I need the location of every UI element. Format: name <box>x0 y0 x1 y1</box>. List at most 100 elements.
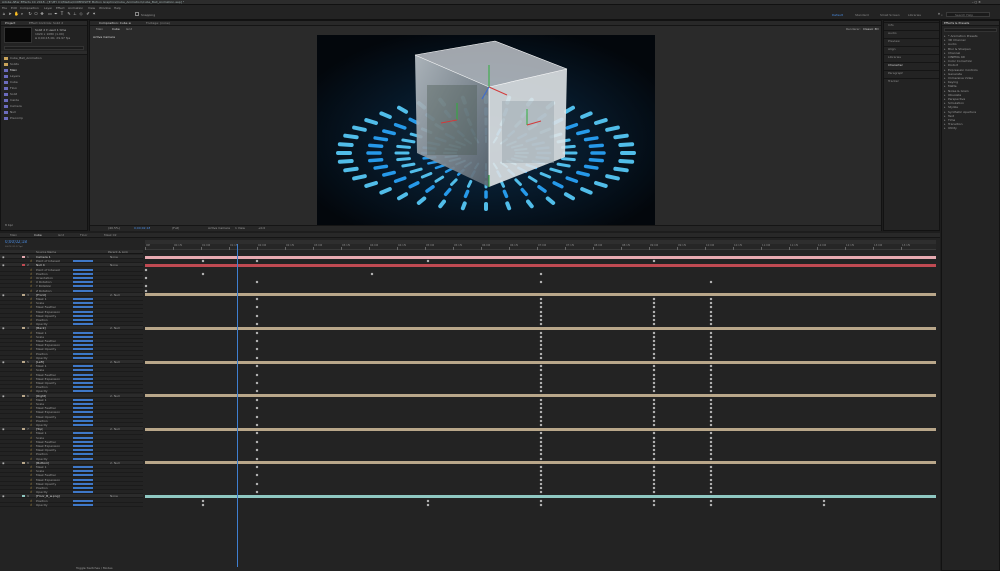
layer-label-color[interactable] <box>22 361 25 363</box>
rotate-tool-icon[interactable]: ↻ <box>28 12 32 16</box>
keyframe[interactable] <box>255 347 259 351</box>
keyframe[interactable] <box>652 381 656 385</box>
keyframe[interactable] <box>652 486 656 490</box>
keyframe[interactable] <box>709 310 713 314</box>
comp-current-time[interactable]: 0;00;02;18 <box>134 226 150 230</box>
keyframe[interactable] <box>709 305 713 309</box>
keyframe[interactable] <box>539 473 543 477</box>
property-value[interactable] <box>73 377 93 380</box>
property-value[interactable] <box>73 260 93 263</box>
camera-tool-icon[interactable]: ⎔ <box>34 12 38 16</box>
keyframe[interactable] <box>709 415 713 419</box>
property-value[interactable] <box>73 277 93 279</box>
keyframe[interactable] <box>201 259 205 263</box>
project-search-input[interactable] <box>4 46 84 50</box>
keyframe[interactable] <box>652 448 656 452</box>
keyframe[interactable] <box>255 314 259 318</box>
layer-label-color[interactable] <box>22 256 25 258</box>
property-value[interactable] <box>73 310 93 313</box>
keyframe[interactable] <box>539 280 543 284</box>
keyframe[interactable] <box>709 347 713 351</box>
zoom-tool-icon[interactable]: ⌕ <box>20 12 24 16</box>
property-value[interactable] <box>73 407 93 410</box>
keyframe[interactable] <box>539 431 543 435</box>
property-value[interactable] <box>73 369 93 372</box>
keyframe[interactable] <box>539 415 543 419</box>
keyframe[interactable] <box>539 385 543 389</box>
keyframe[interactable] <box>144 268 148 272</box>
panel-tab-tracker[interactable]: Tracker <box>888 79 899 83</box>
keyframe[interactable] <box>255 423 259 427</box>
keyframe[interactable] <box>709 402 713 406</box>
keyframe[interactable] <box>652 499 656 503</box>
panel-tab-libraries[interactable]: Libraries <box>888 55 901 59</box>
keyframe[interactable] <box>652 259 656 263</box>
clone-stamp-tool-icon[interactable]: ⊥ <box>73 12 77 16</box>
project-item[interactable]: Cube_Ball_Animation <box>10 56 42 60</box>
workspace-standard[interactable]: Standard <box>855 13 869 17</box>
keyframe[interactable] <box>652 352 656 356</box>
property-value[interactable] <box>73 491 93 494</box>
panel-tab-info[interactable]: Info <box>888 23 894 27</box>
keyframe[interactable] <box>255 415 259 419</box>
keyframe[interactable] <box>709 419 713 423</box>
keyframe[interactable] <box>539 503 543 507</box>
property-value[interactable] <box>73 281 93 284</box>
keyframe[interactable] <box>539 457 543 461</box>
keyframe[interactable] <box>652 444 656 448</box>
property-value[interactable] <box>73 432 93 435</box>
property-value[interactable] <box>73 474 93 477</box>
keyframe[interactable] <box>144 289 148 293</box>
property-value[interactable] <box>73 445 93 447</box>
keyframe[interactable] <box>652 402 656 406</box>
keyframe[interactable] <box>255 440 259 444</box>
tab-effect-controls[interactable]: Effect Controls: Solid 2 <box>29 21 63 26</box>
timeline-tab-floor[interactable]: Floor <box>80 233 87 238</box>
keyframe[interactable] <box>709 457 713 461</box>
keyframe[interactable] <box>652 373 656 377</box>
keyframe[interactable] <box>539 343 543 347</box>
keyframe[interactable] <box>539 482 543 486</box>
views-dropdown[interactable]: 1 View <box>235 226 245 230</box>
keyframe[interactable] <box>539 419 543 423</box>
keyframe[interactable] <box>652 356 656 360</box>
property-value[interactable] <box>73 415 93 418</box>
keyframe[interactable] <box>652 368 656 372</box>
property-value[interactable] <box>73 386 93 389</box>
keyframe[interactable] <box>652 339 656 343</box>
keyframe[interactable] <box>539 373 543 377</box>
zoom-dropdown[interactable]: (40.5%) <box>108 226 120 230</box>
pan-behind-tool-icon[interactable]: ✥ <box>40 12 44 16</box>
keyframe[interactable] <box>709 297 713 301</box>
keyframe[interactable] <box>709 448 713 452</box>
property-value[interactable] <box>73 449 93 452</box>
keyframe[interactable] <box>539 452 543 456</box>
view-tab-main[interactable]: Main <box>96 27 103 31</box>
keyframe[interactable] <box>201 503 205 507</box>
keyframe[interactable] <box>709 503 713 507</box>
search-help-input[interactable]: ⌕ Search Help <box>941 12 990 17</box>
keyframe[interactable] <box>709 373 713 377</box>
layer-duration-bar[interactable] <box>145 326 936 330</box>
keyframe[interactable] <box>709 436 713 440</box>
keyframe[interactable] <box>539 272 543 276</box>
keyframe[interactable] <box>255 364 259 368</box>
project-item[interactable]: Inside <box>10 98 19 102</box>
keyframe[interactable] <box>255 322 259 326</box>
camera-dropdown[interactable]: Active Camera <box>208 226 230 230</box>
keyframe[interactable] <box>652 478 656 482</box>
keyframe[interactable] <box>652 364 656 368</box>
property-value[interactable] <box>73 352 93 355</box>
keyframe[interactable] <box>652 301 656 305</box>
property-value[interactable] <box>73 302 93 305</box>
column-source-name[interactable]: Source Name <box>36 250 56 254</box>
project-item[interactable]: Main <box>10 68 17 72</box>
keyframe[interactable] <box>652 310 656 314</box>
keyframe[interactable] <box>539 356 543 360</box>
time-ruler[interactable]: 00f 00:15f 01:00f 01:15f 02:00f 02:15f 03:00f 0… <box>145 244 936 250</box>
keyframe[interactable] <box>652 503 656 507</box>
type-tool-icon[interactable]: T <box>60 12 64 16</box>
panel-tab-character[interactable]: Character <box>888 63 903 67</box>
tab-composition[interactable]: Composition: Cube ≡ <box>99 21 131 26</box>
keyframe[interactable] <box>201 272 205 276</box>
